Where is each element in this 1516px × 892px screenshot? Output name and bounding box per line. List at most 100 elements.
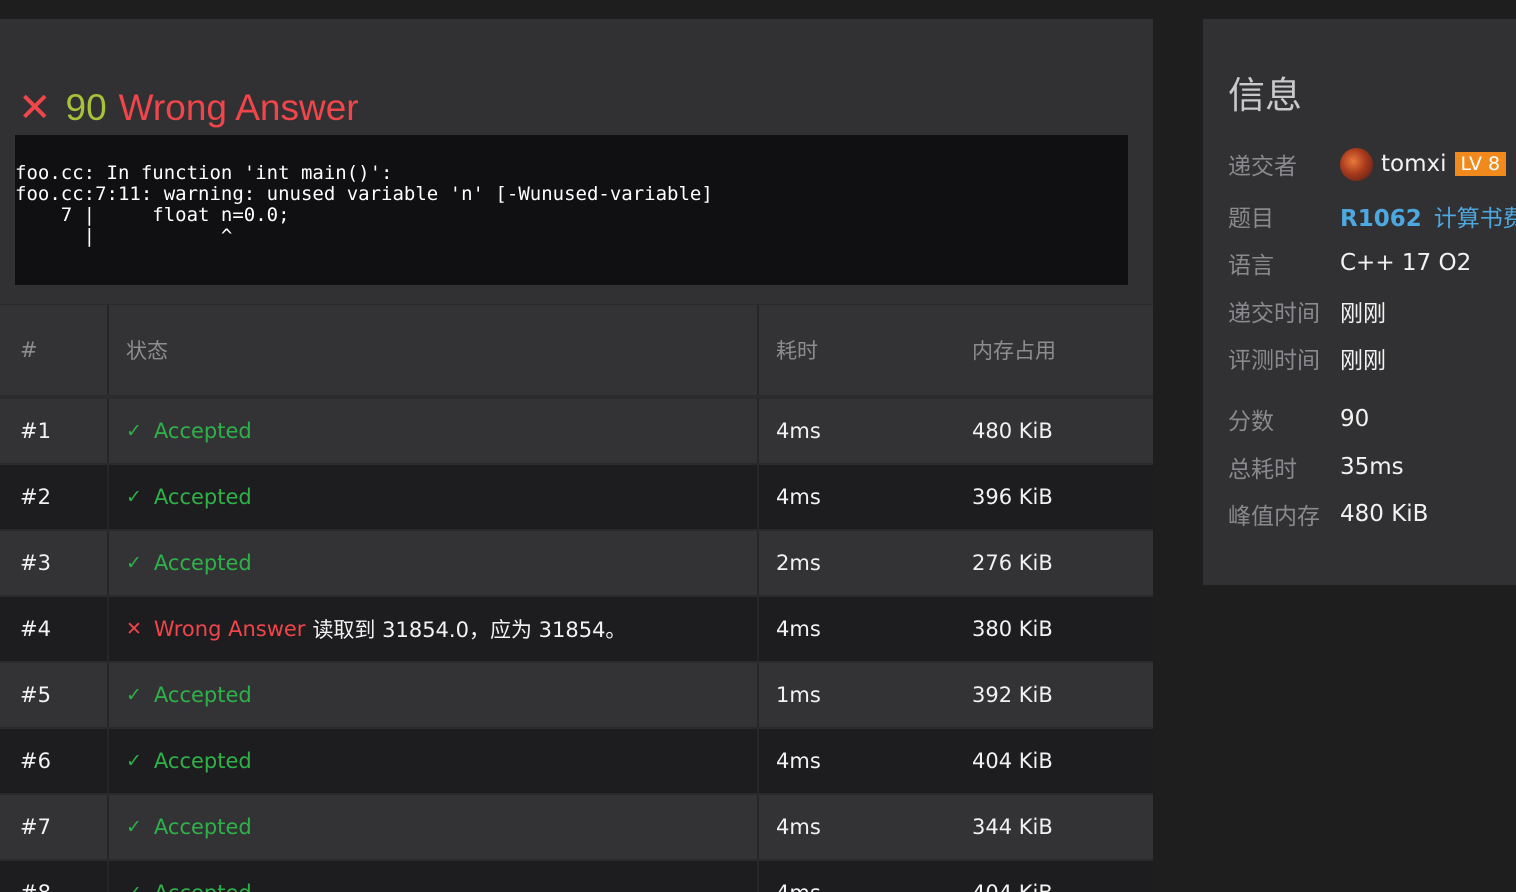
- cross-icon: ✕: [126, 618, 142, 640]
- cross-icon: ✕: [18, 86, 52, 130]
- case-verdict: Accepted: [153, 419, 252, 443]
- judge-time-value: 刚刚: [1340, 348, 1386, 374]
- table-row[interactable]: #2 ✓ Accepted 4ms 396 KiB: [0, 464, 1153, 531]
- col-header-time: 耗时: [758, 304, 955, 399]
- table-row[interactable]: #3 ✓ Accepted 2ms 276 KiB: [0, 530, 1153, 597]
- submission-title: ✕ 90 Wrong Answer: [18, 83, 359, 133]
- info-panel: 信息 递交者 tomxi LV 8 题目 R1062 计算书费 语言 C++ 17…: [1203, 19, 1516, 585]
- case-number: #4: [0, 596, 109, 663]
- info-score-row: 分数 90: [1228, 402, 1369, 436]
- col-header-memory: 内存占用: [955, 304, 1153, 399]
- case-memory: 396 KiB: [955, 464, 1153, 531]
- case-time: 4ms: [758, 464, 955, 531]
- check-icon: ✓: [126, 750, 142, 772]
- table-row[interactable]: #7 ✓ Accepted 4ms 344 KiB: [0, 794, 1153, 861]
- info-title: 信息: [1228, 74, 1302, 117]
- case-number: #3: [0, 530, 109, 597]
- info-problem-row: 题目 R1062 计算书费: [1228, 199, 1516, 233]
- case-verdict: Accepted: [154, 881, 252, 892]
- check-icon: ✓: [126, 486, 142, 508]
- case-memory: 392 KiB: [955, 662, 1153, 729]
- case-memory: 404 KiB: [955, 728, 1153, 795]
- submission-panel: ✕ 90 Wrong Answer foo.cc: In function 'i…: [0, 19, 1153, 892]
- problem-id: R1062: [1340, 206, 1422, 232]
- table-row[interactable]: #4 ✕ Wrong Answer 读取到 31854.0，应为 31854。 4ms 3…: [0, 596, 1153, 663]
- case-number: #8: [0, 860, 109, 892]
- table-row[interactable]: #6 ✓ Accepted 4ms 404 KiB: [0, 728, 1153, 795]
- total-time-value: 35ms: [1340, 454, 1404, 480]
- case-time: 2ms: [758, 530, 955, 597]
- problem-link[interactable]: R1062 计算书费: [1340, 199, 1516, 233]
- table-row[interactable]: #1 ✓ Accepted 4ms 480 KiB: [0, 397, 1153, 465]
- case-number: #1: [0, 397, 109, 465]
- case-message: 读取到 31854.0，应为 31854。: [312, 618, 627, 642]
- title-score: 90: [65, 87, 107, 128]
- language-label: 语言: [1228, 253, 1274, 279]
- case-memory: 276 KiB: [955, 530, 1153, 597]
- info-language-row: 语言 C++ 17 O2: [1228, 246, 1471, 280]
- case-memory: 344 KiB: [955, 794, 1153, 861]
- score-label: 分数: [1228, 409, 1274, 435]
- info-submit-time-row: 递交时间 刚刚: [1228, 294, 1386, 328]
- col-header-status: 状态: [108, 304, 759, 399]
- case-time: 4ms: [758, 596, 955, 663]
- info-peak-memory-row: 峰值内存 480 KiB: [1228, 497, 1428, 531]
- judge-time-label: 评测时间: [1228, 348, 1320, 374]
- case-memory: 380 KiB: [955, 596, 1153, 663]
- check-icon: ✓: [126, 816, 142, 838]
- table-row[interactable]: #5 ✓ Accepted 1ms 392 KiB: [0, 662, 1153, 729]
- case-verdict: Accepted: [153, 683, 252, 707]
- case-status: ✓ Accepted: [108, 397, 759, 465]
- check-icon: ✓: [126, 684, 142, 706]
- submit-time-label: 递交时间: [1228, 301, 1320, 327]
- case-status: ✓ Accepted: [108, 728, 759, 795]
- case-status: ✓ Accepted: [108, 860, 759, 892]
- compiler-output-text: foo.cc: In function 'int main()': foo.cc…: [15, 162, 713, 247]
- case-verdict: Accepted: [153, 749, 252, 773]
- submit-time-value: 刚刚: [1340, 301, 1386, 327]
- case-number: #7: [0, 794, 109, 861]
- info-submitter-row: 递交者 tomxi LV 8: [1228, 147, 1507, 181]
- language-value: C++ 17 O2: [1340, 250, 1472, 276]
- problem-name: 计算书费: [1433, 206, 1516, 232]
- info-judge-time-row: 评测时间 刚刚: [1228, 341, 1386, 375]
- check-icon: ✓: [126, 882, 142, 892]
- title-verdict: Wrong Answer: [118, 87, 359, 128]
- info-total-time-row: 总耗时 35ms: [1228, 450, 1404, 484]
- score-value: 90: [1340, 406, 1370, 432]
- compiler-output: foo.cc: In function 'int main()': foo.cc…: [15, 135, 1128, 285]
- case-status: ✓ Accepted: [108, 530, 759, 597]
- case-time: 4ms: [758, 397, 955, 465]
- submitter-link[interactable]: tomxi LV 8: [1340, 147, 1507, 181]
- case-number: #5: [0, 662, 109, 729]
- case-status: ✕ Wrong Answer 读取到 31854.0，应为 31854。: [108, 596, 759, 663]
- submitter-label: 递交者: [1228, 154, 1297, 180]
- case-status: ✓ Accepted: [108, 794, 759, 861]
- check-icon: ✓: [126, 552, 142, 574]
- check-icon: ✓: [126, 420, 142, 442]
- case-time: 4ms: [758, 728, 955, 795]
- case-memory: 480 KiB: [955, 397, 1153, 465]
- case-verdict: Accepted: [153, 551, 252, 575]
- case-verdict: Wrong Answer: [153, 617, 306, 641]
- case-time: 4ms: [758, 860, 955, 892]
- case-number: #2: [0, 464, 109, 531]
- case-verdict: Accepted: [153, 485, 252, 509]
- table-row[interactable]: #8 ✓ Accepted 4ms404 KiB: [0, 860, 1153, 892]
- table-header-row: # 状态 耗时 内存占用: [0, 304, 1153, 399]
- level-badge: LV 8: [1454, 152, 1507, 176]
- problem-label: 题目: [1228, 206, 1274, 232]
- avatar: [1340, 147, 1373, 181]
- col-header-num: #: [0, 304, 109, 399]
- case-verdict: Accepted: [153, 815, 252, 839]
- case-status: ✓ Accepted: [108, 464, 759, 531]
- test-cases-table: # 状态 耗时 内存占用 #1 ✓ Accepted 4ms 480 KiB #2 ✓ Acc…: [0, 304, 1153, 892]
- case-time: 4ms: [758, 794, 955, 861]
- peak-memory-label: 峰值内存: [1228, 504, 1320, 530]
- case-number: #6: [0, 728, 109, 795]
- case-memory: 404 KiB: [955, 860, 1153, 892]
- total-time-label: 总耗时: [1228, 457, 1297, 483]
- peak-memory-value: 480 KiB: [1340, 501, 1429, 527]
- case-time: 1ms: [758, 662, 955, 729]
- case-status: ✓ Accepted: [108, 662, 759, 729]
